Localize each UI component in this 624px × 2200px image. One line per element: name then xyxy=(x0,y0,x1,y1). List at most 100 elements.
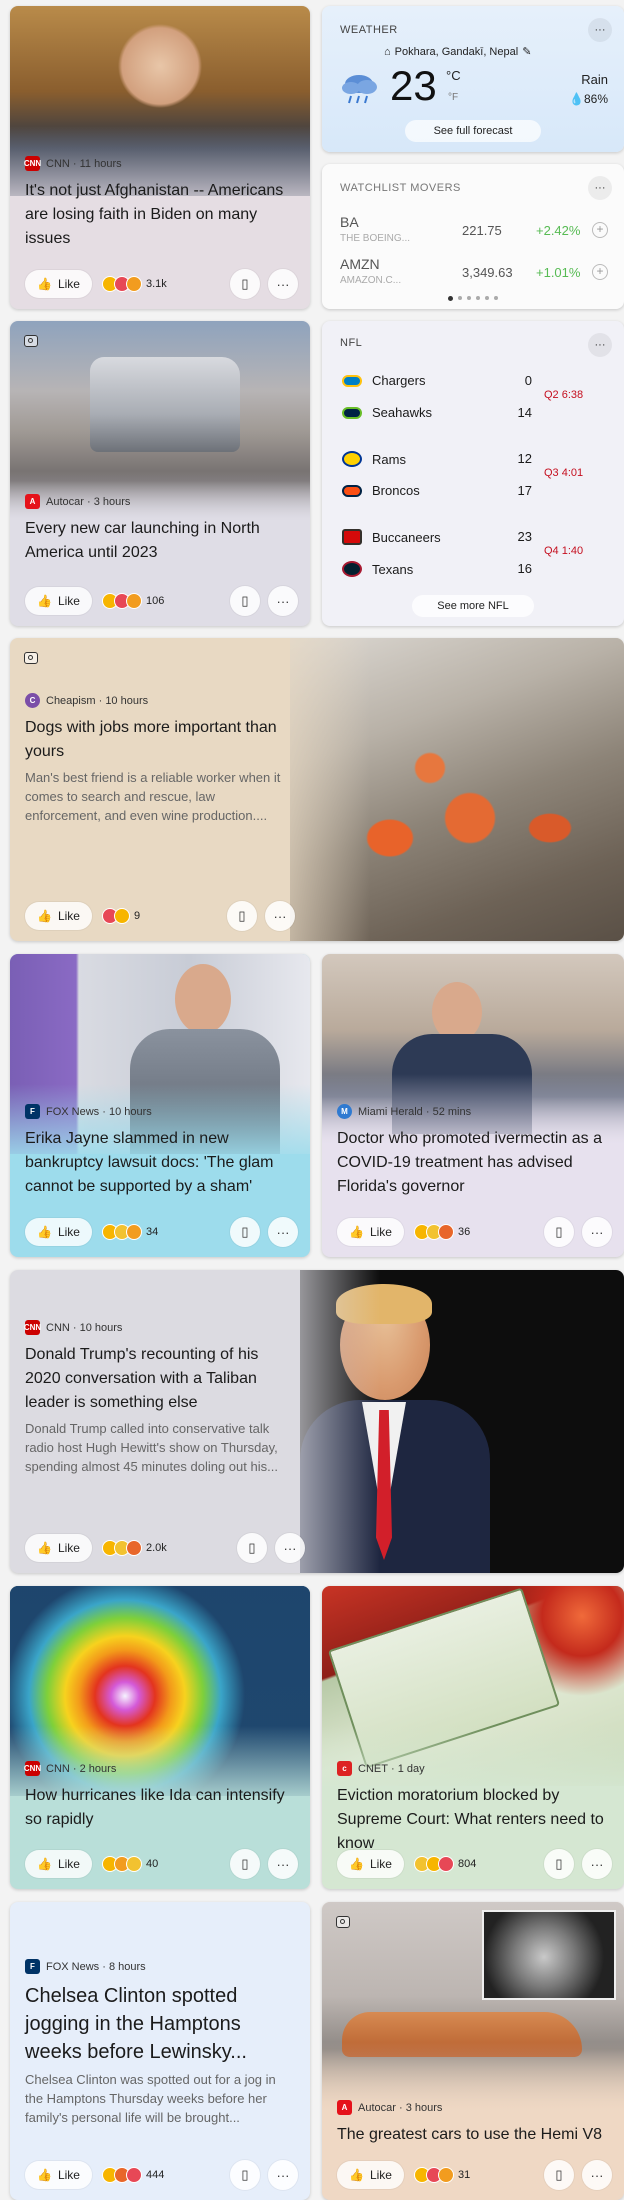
more-icon[interactable]: ··· xyxy=(268,1217,298,1247)
bookmark-icon[interactable]: ▯ xyxy=(237,1533,267,1563)
article-title[interactable]: The greatest cars to use the Hemi V8 xyxy=(337,2123,609,2147)
like-button[interactable]: 👍 Like xyxy=(25,1850,92,1878)
article-card[interactable]: c CNET · 1 day Eviction moratorium block… xyxy=(322,1586,624,1889)
page-dot[interactable] xyxy=(448,296,453,301)
watchlist-card[interactable]: WATCHLIST MOVERS ··· BA THE BOEING... 22… xyxy=(322,164,624,309)
reactions[interactable]: 2.0k xyxy=(101,1540,167,1556)
bookmark-icon[interactable]: ▯ xyxy=(227,901,257,931)
article-card[interactable]: A Autocar · 3 hours Every new car launch… xyxy=(10,321,310,626)
broncos-logo-icon xyxy=(342,484,362,497)
page-dots[interactable] xyxy=(322,296,624,301)
temperature: 23 xyxy=(390,62,437,109)
bookmark-icon[interactable]: ▯ xyxy=(230,1217,260,1247)
see-more-nfl-link[interactable]: See more NFL xyxy=(412,595,534,617)
article-card[interactable]: CNN CNN · 11 hours It's not just Afghani… xyxy=(10,6,310,309)
stock-row[interactable]: BA THE BOEING... 221.75 +2.42% + xyxy=(340,214,610,250)
more-icon[interactable]: ··· xyxy=(275,1533,305,1563)
article-title[interactable]: Doctor who promoted ivermectin as a COVI… xyxy=(337,1127,609,1199)
game-row[interactable]: Chargers 0 Seahawks 14 Q2 6:38 xyxy=(342,373,612,423)
article-card[interactable]: M Miami Herald · 52 mins Doctor who prom… xyxy=(322,954,624,1257)
like-button[interactable]: 👍 Like xyxy=(25,1534,92,1562)
reaction-count: 31 xyxy=(457,2169,471,2181)
more-icon[interactable]: ··· xyxy=(268,586,298,616)
like-button[interactable]: 👍 Like xyxy=(337,2161,404,2189)
more-icon[interactable]: ··· xyxy=(582,1849,612,1879)
article-title[interactable]: Eviction moratorium blocked by Supreme C… xyxy=(337,1784,609,1856)
reactions[interactable]: 9 xyxy=(101,908,141,924)
article-title[interactable]: Chelsea Clinton spotted jogging in the H… xyxy=(25,1982,295,2066)
stock-row[interactable]: AMZN AMAZON.C... 3,349.63 +1.01% + xyxy=(340,256,610,292)
more-icon[interactable]: ··· xyxy=(588,333,612,357)
page-dot[interactable] xyxy=(494,296,498,300)
more-icon[interactable]: ··· xyxy=(268,1849,298,1879)
source-name: CNET xyxy=(358,1762,388,1775)
article-time: 3 hours xyxy=(93,495,131,508)
game-row[interactable]: Rams 12 Broncos 17 Q3 4:01 xyxy=(342,451,612,501)
article-title[interactable]: Donald Trump's recounting of his 2020 co… xyxy=(25,1343,294,1415)
like-button[interactable]: 👍 Like xyxy=(25,270,92,298)
article-title[interactable]: Erika Jayne slammed in new bankruptcy la… xyxy=(25,1127,295,1199)
more-icon[interactable]: ··· xyxy=(265,901,295,931)
page-dot[interactable] xyxy=(467,296,471,300)
reactions[interactable]: 36 xyxy=(413,1224,470,1240)
like-button[interactable]: 👍 Like xyxy=(337,1218,404,1246)
bookmark-icon[interactable]: ▯ xyxy=(230,269,260,299)
like-button[interactable]: 👍 Like xyxy=(25,587,92,615)
article-card[interactable]: A Autocar · 3 hours The greatest cars to… xyxy=(322,1902,624,2200)
page-dot[interactable] xyxy=(458,296,462,300)
source-name: Cheapism xyxy=(46,694,96,707)
more-icon[interactable]: ··· xyxy=(582,2160,612,2190)
bookmark-icon[interactable]: ▯ xyxy=(544,1217,574,1247)
unit-fahrenheit[interactable]: °F xyxy=(448,92,458,103)
article-card[interactable]: CNN CNN · 10 hours Donald Trump's recoun… xyxy=(10,1270,624,1573)
article-card[interactable]: C Cheapism · 10 hours Dogs with jobs mor… xyxy=(10,638,624,941)
game-row[interactable]: Buccaneers 23 Texans 16 Q4 1:40 xyxy=(342,529,612,579)
add-icon[interactable]: + xyxy=(592,264,608,280)
bookmark-icon[interactable]: ▯ xyxy=(544,2160,574,2190)
article-card[interactable]: F FOX News · 8 hours Chelsea Clinton spo… xyxy=(10,1902,310,2200)
thumbs-up-icon: 👍 xyxy=(37,1225,52,1239)
reactions[interactable]: 106 xyxy=(101,593,164,609)
like-button[interactable]: 👍 Like xyxy=(25,2161,92,2189)
thumbs-up-icon: 👍 xyxy=(37,277,52,291)
location[interactable]: ⌂ Pokhara, Gandakī, Nepal ✎ xyxy=(384,45,531,59)
add-icon[interactable]: + xyxy=(592,222,608,238)
reactions[interactable]: 31 xyxy=(413,2167,471,2183)
source-name: Autocar xyxy=(46,495,84,508)
article-title[interactable]: It's not just Afghanistan -- Americans a… xyxy=(25,179,295,251)
more-icon[interactable]: ··· xyxy=(588,18,612,42)
bookmark-icon[interactable]: ▯ xyxy=(230,2160,260,2190)
weather-card[interactable]: WEATHER ··· ⌂ Pokhara, Gandakī, Nepal ✎ 23… xyxy=(322,6,624,152)
reactions[interactable]: 34 xyxy=(101,1224,158,1240)
page-dot[interactable] xyxy=(476,296,480,300)
page-dot[interactable] xyxy=(485,296,489,300)
article-card[interactable]: CNN CNN · 2 hours How hurricanes like Id… xyxy=(10,1586,310,1889)
more-icon[interactable]: ··· xyxy=(268,269,298,299)
article-card[interactable]: F FOX News · 10 hours Erika Jayne slamme… xyxy=(10,954,310,1257)
like-button[interactable]: 👍 Like xyxy=(25,1218,92,1246)
more-icon[interactable]: ··· xyxy=(588,176,612,200)
like-button[interactable]: 👍 Like xyxy=(25,902,92,930)
bookmark-icon[interactable]: ▯ xyxy=(544,1849,574,1879)
texans-logo-icon xyxy=(342,561,362,577)
unit-celsius[interactable]: °C xyxy=(446,68,461,83)
nfl-card[interactable]: NFL ··· Chargers 0 Seahawks 14 Q2 6:38 R… xyxy=(322,321,624,626)
reactions[interactable]: 40 xyxy=(101,1856,158,1872)
reactions[interactable]: 804 xyxy=(413,1856,476,1872)
reactions[interactable]: 3.1k xyxy=(101,276,167,292)
see-full-forecast-link[interactable]: See full forecast xyxy=(405,120,541,142)
truck-image xyxy=(90,357,240,452)
article-title[interactable]: How hurricanes like Ida can intensify so… xyxy=(25,1784,295,1832)
reaction-count: 9 xyxy=(133,910,141,922)
bookmark-icon[interactable]: ▯ xyxy=(230,1849,260,1879)
article-time: 1 day xyxy=(397,1762,425,1775)
article-title[interactable]: Dogs with jobs more important than yours xyxy=(25,716,294,764)
seahawks-logo-icon xyxy=(342,406,362,419)
bookmark-icon[interactable]: ▯ xyxy=(230,586,260,616)
more-icon[interactable]: ··· xyxy=(268,2160,298,2190)
article-title[interactable]: Every new car launching in North America… xyxy=(25,517,295,565)
like-button[interactable]: 👍 Like xyxy=(337,1850,404,1878)
reactions[interactable]: 444 xyxy=(101,2167,164,2183)
more-icon[interactable]: ··· xyxy=(582,1217,612,1247)
pencil-icon[interactable]: ✎ xyxy=(522,45,531,58)
